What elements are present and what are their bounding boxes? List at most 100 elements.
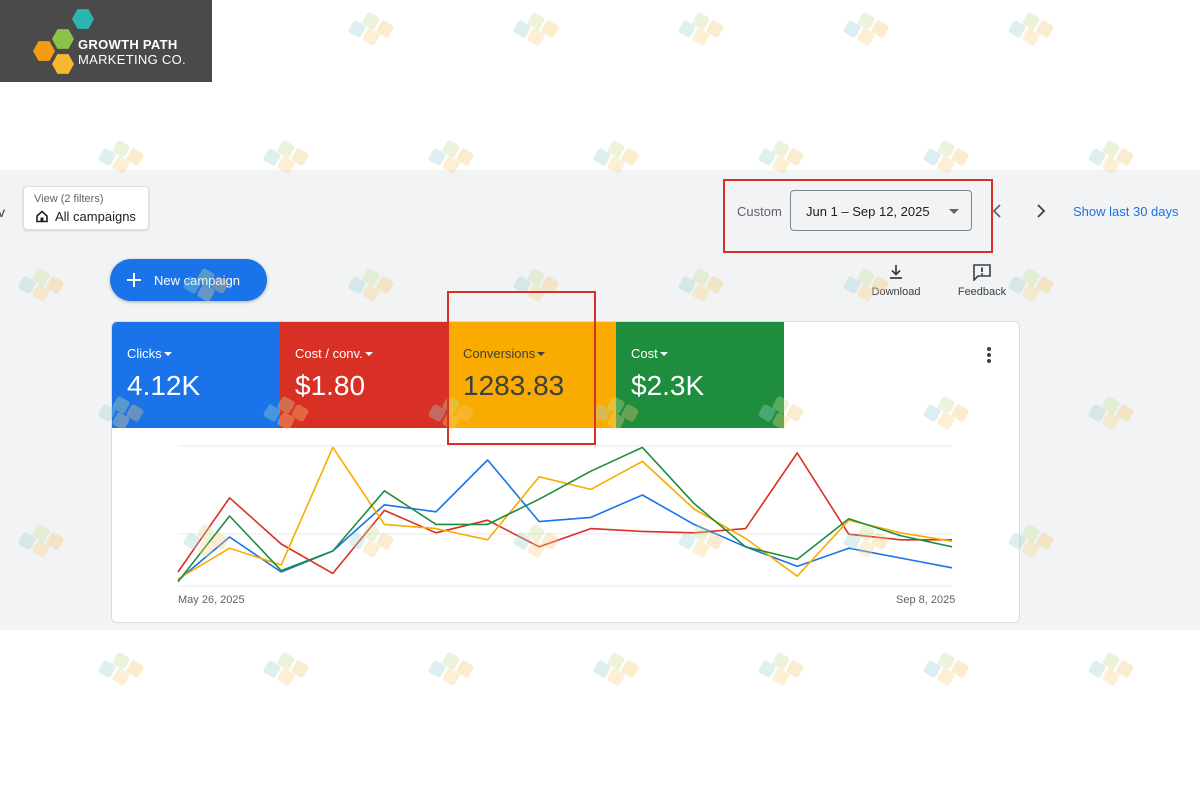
watermark-hex [441,651,461,671]
watermark-hex [771,651,791,671]
watermark-hex [1021,27,1041,47]
watermark-mark [1007,10,1070,47]
watermark-hex [936,667,956,687]
show-last-30-days-link[interactable]: Show last 30 days [1073,204,1179,219]
watermark-mark [427,138,490,175]
watermark-hex [1087,147,1107,167]
metric-tile[interactable]: Cost / conv. $1.80 [280,322,448,428]
watermark-hex [1101,667,1121,687]
series-line [177,452,952,575]
logo-hex-teal [72,9,94,29]
watermark-hex [512,19,532,39]
watermark-hex [922,147,942,167]
watermark-hex [1035,19,1055,39]
watermark-hex [526,11,546,31]
watermark-hex [1115,659,1135,679]
watermark-hex [606,667,626,687]
watermark-hex [771,139,791,159]
date-highlight-box [723,179,993,253]
watermark-hex [111,651,131,671]
watermark-mark [592,138,655,175]
watermark-hex [1101,651,1121,671]
metric-label: Cost [631,346,658,361]
watermark-hex [1021,11,1041,31]
watermark-mark [592,650,655,687]
watermark-hex [842,19,862,39]
watermark-hex [262,659,282,679]
x-axis-end-label: Sep 8, 2025 [896,594,956,606]
view-filter-button[interactable]: View (2 filters) All campaigns [23,186,149,230]
chevron-right-icon[interactable] [1034,203,1048,219]
watermark-hex [455,147,475,167]
more-vert-icon[interactable] [986,346,992,364]
watermark-mark [922,650,985,687]
new-campaign-label: New campaign [154,273,240,288]
watermark-hex [1007,19,1027,39]
watermark-mark [1087,650,1150,687]
x-axis-start-label: May 26, 2025 [178,594,245,606]
watermark-mark [757,650,820,687]
watermark-hex [606,139,626,159]
download-button[interactable]: Download [861,263,931,298]
conversions-highlight-box [447,291,596,445]
watermark-hex [276,139,296,159]
metric-tile[interactable]: Clicks 4.12K [112,322,280,428]
watermark-hex [691,11,711,31]
watermark-mark [262,138,325,175]
watermark-hex [361,27,381,47]
caret-down-icon [660,352,668,356]
watermark-hex [290,659,310,679]
download-label: Download [871,286,921,298]
watermark-hex [1115,147,1135,167]
watermark-hex [856,11,876,31]
feedback-button[interactable]: Feedback [947,263,1017,298]
watermark-hex [427,147,447,167]
watermark-hex [950,147,970,167]
metric-tile[interactable]: Cost $2.3K [616,322,784,428]
watermark-hex [125,147,145,167]
watermark-hex [540,19,560,39]
cut-off-title: v [0,204,5,220]
metric-label: Cost / conv. [295,346,363,361]
watermark-hex [771,667,791,687]
watermark-hex [936,651,956,671]
logo-hex-yellow [52,54,74,74]
watermark-hex [785,147,805,167]
watermark-hex [950,659,970,679]
watermark-hex [1101,139,1121,159]
company-logo: GROWTH PATH MARKETING CO. [0,0,212,82]
watermark-hex [290,147,310,167]
watermark-hex [936,139,956,159]
watermark-hex [757,147,777,167]
metric-value: $2.3K [631,370,705,401]
watermark-hex [361,11,381,31]
home-icon [36,210,48,223]
watermark-mark [1087,138,1150,175]
watermark-hex [276,667,296,687]
watermark-hex [856,27,876,47]
watermark-hex [97,659,117,679]
watermark-hex [705,19,725,39]
watermark-hex [347,19,367,39]
watermark-hex [111,139,131,159]
watermark-hex [455,659,475,679]
watermark-hex [427,659,447,679]
view-filter-label: View (2 filters) [34,193,104,205]
logo-hex-green [52,29,74,49]
plus-icon [127,273,141,287]
watermark-hex [592,659,612,679]
caret-down-icon [164,352,172,356]
watermark-mark [757,138,820,175]
watermark-mark [262,650,325,687]
watermark-hex [620,659,640,679]
watermark-mark [922,138,985,175]
watermark-hex [526,27,546,47]
watermark-hex [97,147,117,167]
watermark-hex [1087,659,1107,679]
download-icon [890,265,902,279]
watermark-mark [512,10,575,47]
watermark-mark [427,650,490,687]
feedback-label: Feedback [957,286,1007,298]
watermark-hex [125,659,145,679]
new-campaign-button[interactable]: New campaign [110,259,267,301]
